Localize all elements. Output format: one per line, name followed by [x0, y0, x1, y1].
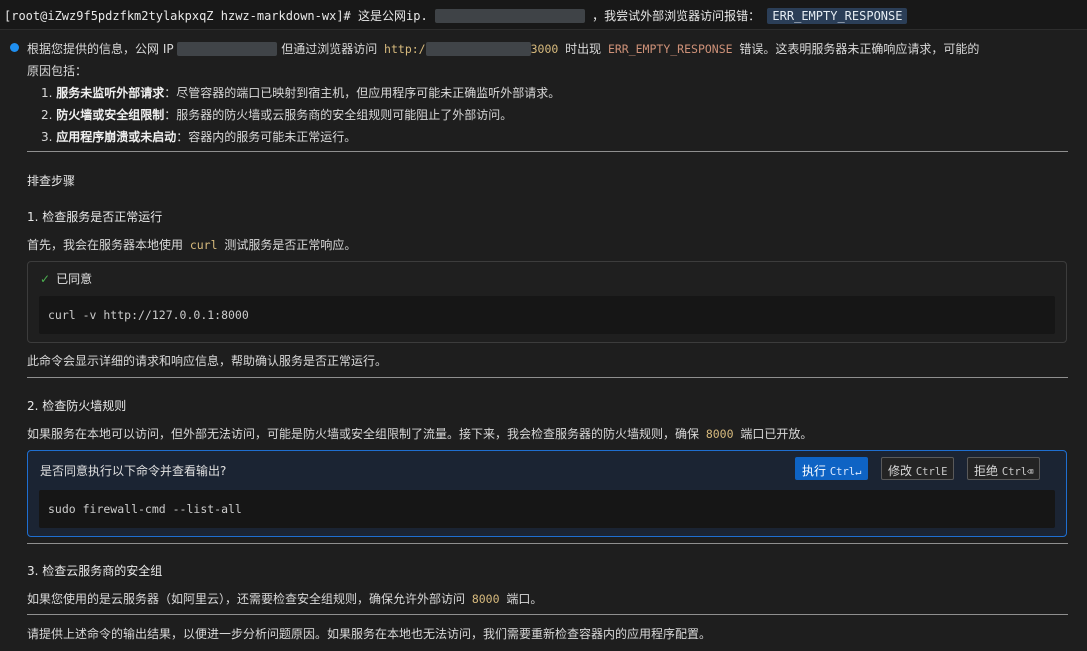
reject-button-label: 拒绝	[974, 464, 999, 478]
reason-title: 服务未监听外部请求	[56, 86, 165, 100]
step1-desc: 首先，我会在服务器本地使用 curl 测试服务是否正常响应。	[27, 236, 356, 253]
run-button-label: 执行	[802, 464, 827, 478]
step2-title: 2. 检查防火墙规则	[27, 399, 127, 413]
reason-text: ：容器内的服务可能未正常运行。	[176, 130, 357, 144]
troubleshoot-heading: 排查步骤	[27, 174, 76, 188]
intro-error-code: ERR_EMPTY_RESPONSE	[607, 42, 733, 56]
intro-text-c: 时出现	[561, 42, 605, 56]
step1-after: 此命令会显示详细的请求和响应信息，帮助确认服务是否正常运行。	[27, 354, 388, 368]
card-question: 是否同意执行以下命令并查看输出?	[40, 464, 227, 478]
intro-text-d: 错误。这表明服务器未正确响应请求，可能的	[735, 42, 980, 56]
step3-inline-code: 8000	[471, 592, 500, 606]
step1-desc-b: 测试服务是否正常响应。	[220, 238, 357, 252]
step3-title: 3. 检查云服务商的安全组	[27, 564, 163, 578]
reason-item-2: 2. 防火墙或安全组限制：服务器的防火墙或云服务商的安全组规则可能阻止了外部访问…	[41, 106, 512, 123]
divider	[27, 151, 1068, 152]
divider	[27, 377, 1068, 378]
reason-title: 防火墙或安全组限制	[56, 108, 165, 122]
reason-title: 应用程序崩溃或未启动	[56, 130, 177, 144]
step2-desc-b: 端口已开放。	[736, 427, 813, 441]
card-status: ✓ 已同意	[40, 270, 92, 287]
edit-button[interactable]: 修改 CtrlE	[881, 457, 955, 480]
run-button[interactable]: 执行 Ctrl↵	[795, 457, 869, 480]
run-shortcut: Ctrl↵	[829, 466, 862, 478]
divider	[27, 543, 1068, 544]
pending-command-card: 是否同意执行以下命令并查看输出? 执行 Ctrl↵ 修改 CtrlE 拒绝 Ct…	[27, 450, 1067, 537]
prompt-user-host: [root@iZwz9f5pdzfkm2tylakpxqZ hzwz-markd…	[4, 9, 351, 23]
reason-item-1: 1. 服务未监听外部请求：尽管容器的端口已映射到宿主机，但应用程序可能未正确监听…	[41, 84, 560, 101]
redacted-ip	[434, 9, 585, 23]
prompt-text-a: 这是公网ip.	[358, 9, 428, 23]
check-icon: ✓	[40, 272, 51, 286]
reason-num: 3.	[41, 130, 53, 144]
intro-url: http:/ 3000	[381, 42, 561, 56]
intro-text-b: 但通过浏览器访问	[277, 42, 382, 56]
step1-inline-code: curl	[189, 238, 218, 252]
reason-num: 1.	[41, 86, 53, 100]
reject-shortcut: Ctrl⌫	[1001, 466, 1034, 478]
prompt-text-b: ，我尝试外部浏览器访问报错：	[592, 9, 761, 23]
step2-desc-a: 如果服务在本地可以访问，但外部无法访问，可能是防火墙或安全组限制了流量。接下来，…	[27, 427, 703, 441]
prompt-error-token: ERR_EMPTY_RESPONSE	[767, 8, 908, 24]
edit-shortcut: CtrlE	[915, 466, 948, 478]
command-codebox[interactable]: sudo firewall-cmd --list-all	[39, 490, 1055, 528]
status-dot-icon	[10, 43, 19, 52]
intro-url-suffix: 3000	[530, 42, 559, 56]
intro-url-prefix: http:/	[384, 42, 426, 56]
card-status-label: 已同意	[56, 272, 93, 286]
user-prompt-line: [root@iZwz9f5pdzfkm2tylakpxqZ hzwz-markd…	[0, 0, 1087, 30]
reason-item-3: 3. 应用程序崩溃或未启动：容器内的服务可能未正常运行。	[41, 128, 356, 145]
step3-desc-b: 端口。	[502, 592, 543, 606]
reject-button[interactable]: 拒绝 Ctrl⌫	[967, 457, 1041, 480]
divider	[27, 614, 1068, 615]
intro-line-2: 原因包括：	[27, 64, 88, 78]
reason-text: ：尽管容器的端口已映射到宿主机，但应用程序可能未正确监听外部请求。	[164, 86, 561, 100]
redacted-ip-2	[177, 42, 278, 56]
intro-text-a: 根据您提供的信息，公网 IP	[27, 42, 178, 56]
step1-title: 1. 检查服务是否正常运行	[27, 210, 163, 224]
reason-text: ：服务器的防火墙或云服务商的安全组规则可能阻止了外部访问。	[164, 108, 513, 122]
step1-desc-a: 首先，我会在服务器本地使用	[27, 238, 187, 252]
edit-button-label: 修改	[888, 464, 913, 478]
step3-desc: 如果您使用的是云服务器（如阿里云），还需要检查安全组规则，确保允许外部访问 80…	[27, 590, 542, 607]
closing-text: 请提供上述命令的输出结果，以便进一步分析问题原因。如果服务在本地也无法访问，我们…	[27, 627, 712, 641]
reason-num: 2.	[41, 108, 53, 122]
command-codebox[interactable]: curl -v http://127.0.0.1:8000	[39, 296, 1055, 334]
redacted-url	[425, 42, 531, 56]
step2-desc: 如果服务在本地可以访问，但外部无法访问，可能是防火墙或安全组限制了流量。接下来，…	[27, 425, 812, 442]
intro-line-1: 根据您提供的信息，公网 IP 但通过浏览器访问 http:/ 3000 时出现 E…	[27, 40, 979, 57]
approved-command-card: ✓ 已同意 curl -v http://127.0.0.1:8000	[27, 261, 1067, 343]
step2-inline-code: 8000	[705, 427, 734, 441]
step3-desc-a: 如果您使用的是云服务器（如阿里云），还需要检查安全组规则，确保允许外部访问	[27, 592, 469, 606]
